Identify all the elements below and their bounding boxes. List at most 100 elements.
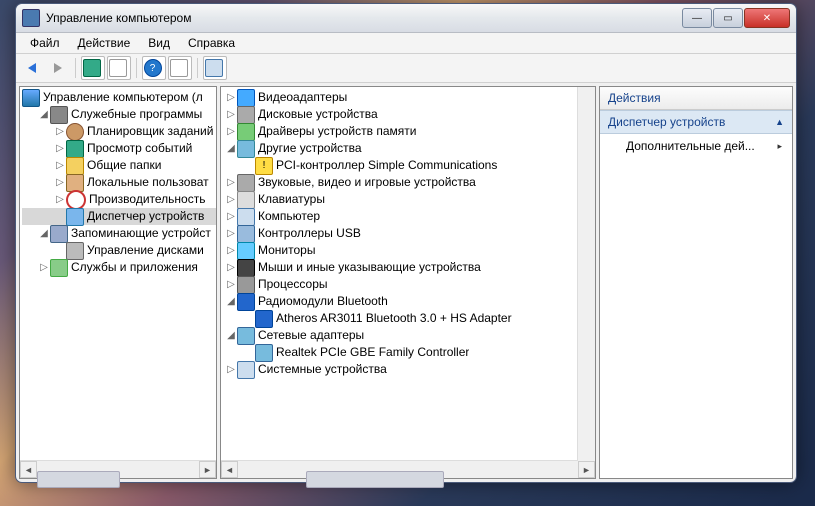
tree-performance[interactable]: ▷Производительность	[22, 191, 216, 208]
expand-icon[interactable]: ▷	[54, 157, 66, 174]
scroll-left-button[interactable]: ◄	[20, 461, 37, 478]
expand-icon[interactable]: ▷	[225, 225, 237, 242]
expand-icon[interactable]: ▷	[54, 140, 66, 157]
device-tree[interactable]: ▷Видеоадаптеры ▷Дисковые устройства ▷Дра…	[221, 87, 595, 460]
tree-system-tools[interactable]: ◢Служебные программы	[22, 106, 216, 123]
memory-icon	[237, 123, 255, 141]
cat-sound[interactable]: ▷Звуковые, видео и игровые устройства	[225, 174, 595, 191]
network-icon	[237, 327, 255, 345]
help-button[interactable]: ?	[142, 56, 166, 80]
toolbar-separator	[136, 58, 137, 78]
folder-icon	[66, 157, 84, 175]
horizontal-scrollbar[interactable]: ◄ ►	[20, 460, 216, 478]
show-hide-tree-button[interactable]	[107, 56, 131, 80]
console-tree[interactable]: Управление компьютером (л ◢Служебные про…	[20, 87, 216, 460]
properties-icon	[170, 59, 188, 77]
menu-file[interactable]: Файл	[22, 36, 68, 50]
scroll-thumb[interactable]	[306, 471, 444, 488]
cat-monitors[interactable]: ▷Мониторы	[225, 242, 595, 259]
dev-realtek-gbe[interactable]: Realtek PCIe GBE Family Controller	[225, 344, 595, 361]
bluetooth-icon	[237, 293, 255, 311]
expand-icon[interactable]: ▷	[225, 242, 237, 259]
menu-view[interactable]: Вид	[140, 36, 178, 50]
cat-network[interactable]: ◢Сетевые адаптеры	[225, 327, 595, 344]
close-button[interactable]: ✕	[744, 8, 790, 28]
cat-disk-drives[interactable]: ▷Дисковые устройства	[225, 106, 595, 123]
services-icon	[50, 259, 68, 277]
expand-icon[interactable]: ▷	[225, 174, 237, 191]
expand-icon[interactable]: ▷	[225, 208, 237, 225]
tree-event-viewer[interactable]: ▷Просмотр событий	[22, 140, 216, 157]
tree-storage[interactable]: ◢Запоминающие устройст	[22, 225, 216, 242]
maximize-button[interactable]: ▭	[713, 8, 743, 28]
tree-icon	[109, 59, 127, 77]
expand-icon[interactable]: ▷	[225, 191, 237, 208]
window-buttons: — ▭ ✕	[682, 8, 790, 28]
collapse-icon[interactable]: ◢	[225, 293, 237, 310]
menu-help[interactable]: Справка	[180, 36, 243, 50]
collapse-caret-icon[interactable]: ▲	[775, 117, 784, 127]
toolbar: ?	[16, 54, 796, 83]
actions-section-label: Диспетчер устройств	[608, 115, 725, 129]
tree-disk-mgmt[interactable]: Управление дисками	[22, 242, 216, 259]
tree-services-apps[interactable]: ▷Службы и приложения	[22, 259, 216, 276]
back-button[interactable]	[20, 56, 44, 80]
scroll-thumb[interactable]	[37, 471, 120, 488]
cat-video[interactable]: ▷Видеоадаптеры	[225, 89, 595, 106]
collapse-icon[interactable]: ◢	[225, 327, 237, 344]
forward-button[interactable]	[46, 56, 70, 80]
cpu-icon	[237, 276, 255, 294]
expand-icon[interactable]: ▷	[225, 123, 237, 140]
expand-icon[interactable]: ▷	[225, 89, 237, 106]
cat-memory-drivers[interactable]: ▷Драйверы устройств памяти	[225, 123, 595, 140]
action-more-label: Дополнительные дей...	[626, 139, 755, 153]
cat-usb[interactable]: ▷Контроллеры USB	[225, 225, 595, 242]
scroll-right-button[interactable]: ►	[199, 461, 216, 478]
app-window: Управление компьютером — ▭ ✕ Файл Действ…	[15, 3, 797, 483]
expand-icon[interactable]: ▷	[54, 123, 66, 140]
properties-button[interactable]	[168, 56, 192, 80]
actions-header: Действия	[600, 87, 792, 110]
action-more[interactable]: Дополнительные дей... ▸	[600, 134, 792, 158]
dev-pci-simple[interactable]: !PCI-контроллер Simple Communications	[225, 157, 595, 174]
expand-icon[interactable]: ▷	[38, 259, 50, 276]
scan-button[interactable]	[203, 56, 227, 80]
app-icon	[22, 9, 40, 27]
cat-bluetooth[interactable]: ◢Радиомодули Bluetooth	[225, 293, 595, 310]
cat-system-devices[interactable]: ▷Системные устройства	[225, 361, 595, 378]
cat-other-devices[interactable]: ◢Другие устройства	[225, 140, 595, 157]
tree-local-users[interactable]: ▷Локальные пользоват	[22, 174, 216, 191]
expand-icon[interactable]: ▷	[54, 174, 66, 191]
collapse-icon[interactable]: ◢	[38, 225, 50, 242]
expand-icon[interactable]: ▷	[54, 191, 66, 208]
tree-shared-folders[interactable]: ▷Общие папки	[22, 157, 216, 174]
cat-mice[interactable]: ▷Мыши и иные указывающие устройства	[225, 259, 595, 276]
tree-root[interactable]: Управление компьютером (л	[22, 89, 216, 106]
tree-device-manager[interactable]: Диспетчер устройств	[22, 208, 216, 225]
cat-processors[interactable]: ▷Процессоры	[225, 276, 595, 293]
cat-keyboards[interactable]: ▷Клавиатуры	[225, 191, 595, 208]
up-button[interactable]	[81, 56, 105, 80]
scroll-right-button[interactable]: ►	[578, 461, 595, 478]
dev-atheros-bt[interactable]: Atheros AR3011 Bluetooth 3.0 + HS Adapte…	[225, 310, 595, 327]
actions-section[interactable]: Диспетчер устройств ▲	[600, 110, 792, 134]
titlebar[interactable]: Управление компьютером — ▭ ✕	[16, 4, 796, 33]
vertical-scrollbar[interactable]	[577, 87, 595, 461]
help-icon: ?	[144, 59, 162, 77]
expand-icon[interactable]: ▷	[225, 106, 237, 123]
expand-icon[interactable]: ▷	[225, 259, 237, 276]
cat-computer[interactable]: ▷Компьютер	[225, 208, 595, 225]
tools-icon	[50, 106, 68, 124]
expand-icon[interactable]: ▷	[225, 361, 237, 378]
actions-panel: Действия Диспетчер устройств ▲ Дополните…	[599, 86, 793, 479]
scroll-left-button[interactable]: ◄	[221, 461, 238, 478]
sound-icon	[237, 174, 255, 192]
collapse-icon[interactable]: ◢	[225, 140, 237, 157]
horizontal-scrollbar[interactable]: ◄ ►	[221, 460, 595, 478]
left-panel: Управление компьютером (л ◢Служебные про…	[19, 86, 217, 479]
expand-icon[interactable]: ▷	[225, 276, 237, 293]
menu-action[interactable]: Действие	[70, 36, 139, 50]
minimize-button[interactable]: —	[682, 8, 712, 28]
tree-scheduler[interactable]: ▷Планировщик заданий	[22, 123, 216, 140]
collapse-icon[interactable]: ◢	[38, 106, 50, 123]
